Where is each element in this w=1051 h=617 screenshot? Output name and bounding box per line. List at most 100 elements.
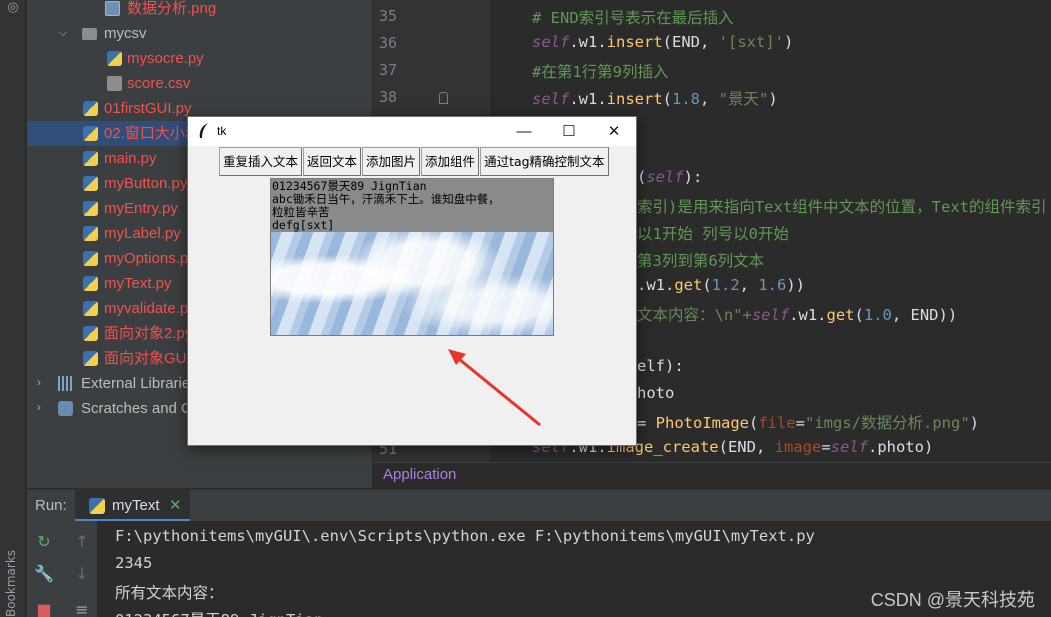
chevron-right-icon[interactable]: › — [33, 396, 45, 421]
tree-item-label: myOptions.py — [104, 250, 196, 267]
text-line: defg[sxt] — [272, 218, 335, 232]
bookmarks-tab[interactable]: Bookmarks — [4, 550, 18, 617]
tree-item-label: mycsv — [104, 25, 147, 42]
tk-button-row: 重复插入文本 返回文本 添加图片 添加组件 通过tag精确控制文本 — [219, 147, 610, 177]
code-comment-range: 第3列到第6列文本 — [637, 252, 765, 270]
run-tab-mytext[interactable]: myText ✕ — [75, 490, 190, 522]
python-file-icon — [107, 51, 122, 66]
csv-file-icon — [107, 76, 122, 91]
python-file-icon — [83, 151, 98, 166]
add-image-button[interactable]: 添加图片 — [362, 147, 421, 176]
python-icon — [89, 498, 105, 514]
tree-item-label: 01firstGUI.py — [104, 100, 192, 117]
python-file-icon — [83, 126, 98, 141]
python-file-icon — [83, 276, 98, 291]
python-file-icon — [83, 351, 98, 366]
left-tool-strip: ◎ Bookmarks — [0, 0, 26, 617]
line-number: 38 — [378, 88, 397, 106]
code-def-line: (self): — [637, 168, 703, 186]
repeat-insert-button[interactable]: 重复插入文本 — [219, 147, 303, 176]
python-file-icon — [83, 101, 98, 116]
code-photoimage-line: = PhotoImage(file="imgs/数据分析.png") — [637, 414, 980, 432]
python-file-icon — [83, 176, 98, 191]
soft-wrap-icon[interactable]: ≡ — [71, 599, 93, 617]
annotation-arrow-icon — [448, 349, 541, 427]
arrow-up-icon[interactable]: ↑ — [71, 531, 93, 553]
console-line: 所有文本内容： — [115, 584, 224, 602]
wrench-icon[interactable]: 🔧 — [33, 563, 55, 585]
tree-item-label: myText.py — [104, 275, 172, 292]
tk-titlebar[interactable]: tk — ☐ ✕ — [188, 117, 636, 146]
python-file-icon — [83, 226, 98, 241]
arrow-down-icon[interactable]: ↓ — [71, 563, 93, 585]
tree-item-label: main.py — [104, 150, 157, 167]
code-comment-index: 索引)是用来指向Text组件中文本的位置，Text的组件索引 — [637, 198, 1047, 216]
text-line: abc锄禾日当午，汗滴禾下土。谁知盘中餐， — [272, 192, 500, 206]
tk-window: tk — ☐ ✕ 重复插入文本 返回文本 添加图片 添加组件 通过tag精确控制文本 0… — [187, 116, 637, 446]
line-number: 37 — [378, 61, 397, 79]
embedded-image — [271, 232, 553, 335]
tree-item-label: mysocre.py — [127, 50, 204, 67]
add-widget-button[interactable]: 添加组件 — [421, 147, 480, 176]
python-file-icon — [83, 326, 98, 341]
tree-item-label: myButton.py — [104, 175, 188, 192]
scratches-icon — [58, 401, 73, 416]
tree-item-label: myLabel.py — [104, 225, 181, 242]
tree-item-mysocre[interactable]: mysocre.py — [27, 46, 372, 71]
code-line-35: # END索引号表示在最后插入 — [532, 9, 734, 27]
fold-marker-icon[interactable] — [439, 92, 448, 104]
console-line: F:\pythonitems\myGUI\.env\Scripts\python… — [115, 527, 815, 545]
python-file-icon — [83, 301, 98, 316]
return-text-button[interactable]: 返回文本 — [303, 147, 362, 176]
tag-control-button[interactable]: 通过tag精确控制文本 — [480, 147, 609, 176]
tree-item-label: score.csv — [127, 75, 191, 92]
code-line-38: self.w1.insert(1.8, "景天") — [532, 90, 778, 108]
tk-text-widget[interactable]: 01234567景天89 JignTian abc锄禾日当午，汗滴禾下土。谁知盘… — [270, 178, 554, 336]
tree-item-label: 02.窗口大小和 — [104, 125, 200, 142]
python-file-icon — [83, 201, 98, 216]
tree-item-label: myEntry.py — [104, 200, 178, 217]
run-panel-header: Run: myText ✕ — [27, 489, 1051, 522]
tree-item-label: 数据分析.png — [127, 0, 217, 17]
chevron-down-icon[interactable]: ⌵ — [57, 21, 69, 46]
code-comment-row: 以1开始 列号以0开始 — [637, 225, 789, 243]
code-def2-line: elf): — [637, 357, 684, 375]
watermark: CSDN @景天科技苑 — [870, 590, 1035, 610]
library-icon — [58, 376, 73, 391]
close-window-icon[interactable]: ✕ — [592, 117, 636, 146]
feather-icon — [199, 123, 208, 138]
tree-item-mycsv-folder[interactable]: ⌵ mycsv — [27, 21, 372, 46]
code-photo-line: hoto — [637, 384, 675, 402]
structure-icon[interactable]: ◎ — [5, 0, 21, 16]
breadcrumb-application[interactable]: Application — [383, 466, 456, 483]
minimize-icon[interactable]: — — [502, 117, 546, 146]
code-line-37: #在第1行第9列插入 — [532, 63, 669, 81]
tree-item-label: External Libraries — [81, 375, 198, 392]
code-all-text-line: 文本内容：\n"+self.w1.get(1.0, END)) — [637, 306, 958, 324]
chevron-right-icon[interactable]: › — [33, 371, 45, 396]
tree-item-score-csv[interactable]: score.csv — [27, 71, 372, 96]
console-line: 01234567景天89 JignTian — [115, 608, 323, 617]
tree-item-label: 面向对象2.py — [104, 325, 193, 342]
text-line: 01234567景天89 JignTian — [272, 179, 427, 193]
line-number: 35 — [378, 7, 397, 25]
stop-icon[interactable]: ■ — [33, 599, 55, 617]
tree-item-data-png[interactable]: 数据分析.png — [27, 0, 372, 21]
code-line-36: self.w1.insert(END, '[sxt]') — [532, 33, 794, 51]
line-number: 36 — [378, 34, 397, 52]
folder-icon — [82, 28, 97, 40]
console-line: 2345 — [115, 554, 153, 572]
tk-window-title: tk — [217, 124, 227, 138]
maximize-icon[interactable]: ☐ — [547, 117, 591, 146]
run-toolbar: ↻ ↑ 🔧 ↓ ■ ≡ — [27, 521, 97, 617]
close-icon[interactable]: ✕ — [169, 496, 182, 514]
code-get-line: .w1.get(1.2, 1.6)) — [637, 276, 806, 294]
editor-breadcrumb-bar: Application — [373, 462, 1051, 488]
text-line: 粒粒皆辛苦 — [272, 205, 330, 219]
rerun-icon[interactable]: ↻ — [33, 531, 55, 553]
run-tab-label: myText — [112, 497, 160, 514]
image-file-icon — [105, 1, 120, 16]
tree-item-label: Scratches and C — [81, 400, 192, 417]
python-file-icon — [83, 251, 98, 266]
tree-item-label: myvalidate.py — [104, 300, 196, 317]
